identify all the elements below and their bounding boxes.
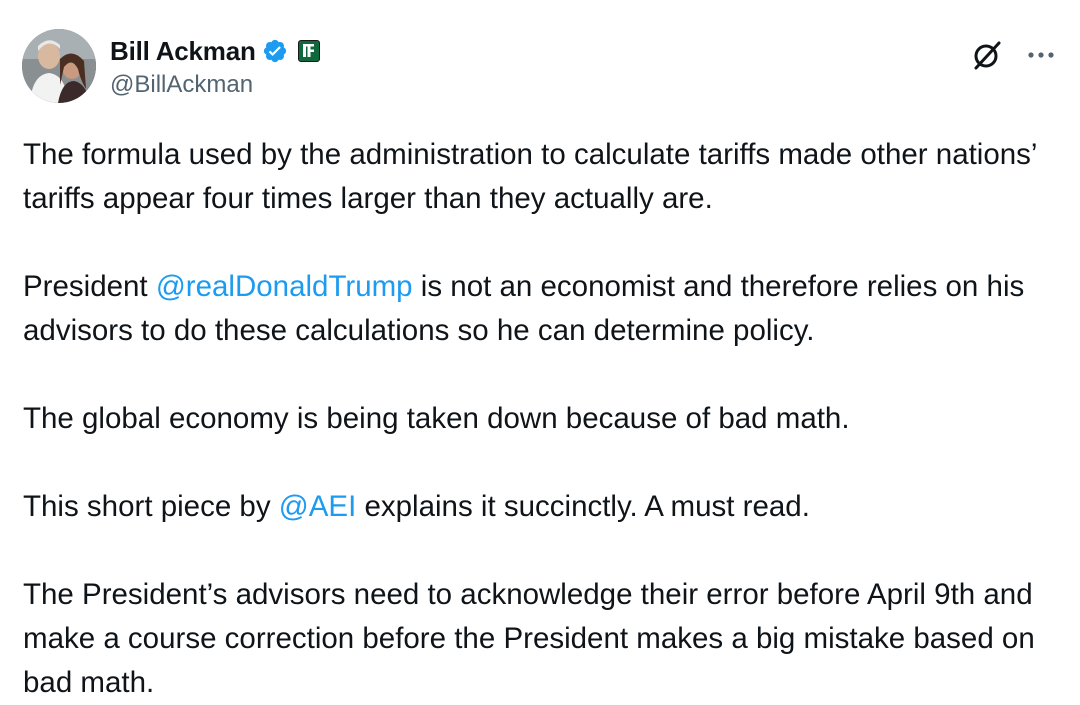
tweet-header: Bill Ackman @BillAckman (22, 28, 320, 104)
mention-link-aei[interactable]: @AEI (279, 490, 357, 523)
tweet-actions (970, 38, 1056, 72)
text-segment: This short piece by (23, 490, 279, 523)
author-names: Bill Ackman @BillAckman (110, 33, 320, 99)
handle[interactable]: @BillAckman (110, 71, 320, 99)
avatar[interactable] (22, 29, 96, 103)
text-segment: President (23, 270, 156, 303)
tweet-paragraph: The formula used by the administration t… (23, 138, 1037, 215)
tweet-paragraph: The President’s advisors need to acknowl… (23, 578, 1035, 699)
tweet-paragraph: The global economy is being taken down b… (23, 402, 850, 435)
more-options-icon[interactable] (1026, 40, 1056, 70)
mention-link-realdonaldtrump[interactable]: @realDonaldTrump (156, 270, 413, 303)
avatar-photo (22, 29, 96, 103)
name-row: Bill Ackman (110, 33, 320, 69)
text-segment: explains it succinctly. A must read. (356, 490, 810, 523)
affiliate-logo-icon[interactable] (297, 40, 320, 62)
verified-badge-icon[interactable] (262, 38, 288, 64)
grok-icon[interactable] (970, 38, 1004, 72)
tweet-text: The formula used by the administration t… (23, 133, 1063, 705)
tweet-paragraph: This short piece by @AEI explains it suc… (23, 485, 1063, 529)
tweet-card: Bill Ackman @BillAckman The formula used… (0, 0, 1080, 705)
tweet-paragraph: President @realDonaldTrump is not an eco… (23, 265, 1063, 353)
display-name[interactable]: Bill Ackman (110, 36, 256, 67)
